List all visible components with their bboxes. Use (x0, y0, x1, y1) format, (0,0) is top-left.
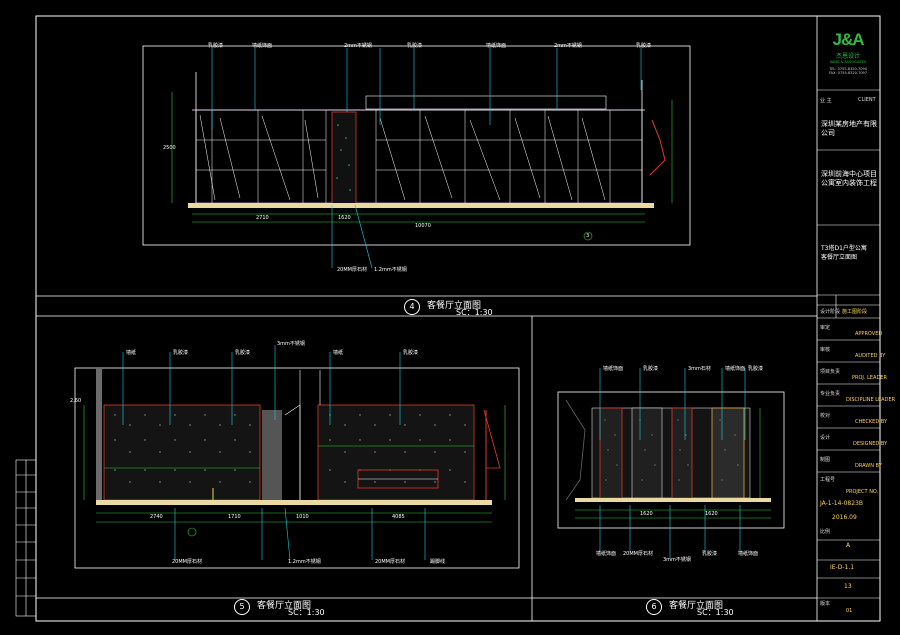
top-label-below-2: 1.2mm不锈钢 (374, 267, 407, 273)
top-dim-2: 1620 (338, 215, 351, 221)
view-number-6: 6 (646, 599, 662, 615)
client-value: CLIENT (858, 97, 876, 103)
tb-row-0-key: 设计阶段 (820, 309, 841, 315)
br-label-below-1: 墙纸饰面 (596, 551, 617, 557)
bottom-right-elevation (557, 368, 785, 558)
tb-row-1-key: 审定 (820, 325, 831, 331)
revision-label: 版本 (820, 601, 831, 607)
br-label-below-2: 20MM厚石材 (623, 551, 653, 557)
br-label-1: 墙纸饰面 (603, 366, 624, 372)
drawing-date: 2016.09 (832, 514, 857, 521)
tb-row-7-val: DRAWN BY (855, 463, 882, 469)
br-label-3: 3mm石材 (688, 366, 711, 372)
bl-label-2: 乳胶漆 (173, 350, 189, 356)
tb-row-5-key: 校对 (820, 413, 831, 419)
scale-value: A (846, 542, 851, 549)
project-number: JA-1-14-0823B (820, 500, 863, 507)
top-elevation-mark: 3 (586, 233, 590, 239)
bottom-left-elevation (74, 345, 520, 569)
top-label-3: 2mm不锈钢 (344, 43, 372, 49)
left-stamp-table (15, 459, 37, 617)
sheet-number: 13 (844, 583, 852, 590)
drawing-name: T3塔D1户型公寓 客餐厅立面图 (821, 245, 867, 261)
bl-label-below-3: 20MM厚石材 (375, 559, 405, 565)
client-name: 深圳某房地产有限公司 (821, 120, 877, 137)
bl-dim-1: 2740 (150, 514, 163, 520)
top-label-7: 乳胶漆 (636, 43, 652, 49)
top-label-2: 墙纸饰面 (252, 43, 273, 49)
tb-row-6-val: DESIGNED BY (853, 441, 888, 447)
tb-row-4-val: DISCIPLINE LEADER (846, 397, 896, 403)
client-label: 业 主 (820, 98, 832, 104)
view-scale-5: SC：1:30 (288, 608, 325, 617)
br-label-below-4: 乳胶漆 (702, 551, 718, 557)
tb-row-2-val: AUDITED BY (855, 353, 886, 359)
drawing-canvas (15, 15, 881, 622)
top-elevation (142, 45, 691, 269)
bl-label-below-4: 踢脚线 (430, 559, 446, 565)
br-label-4: 墙纸饰面 (725, 366, 746, 372)
top-dim-1: 2710 (256, 215, 269, 221)
scale-label: 比例 (820, 529, 831, 535)
view-number-4: 4 (404, 299, 420, 315)
br-dim-2: 1620 (705, 511, 718, 517)
bl-dim-left: 2,60 (70, 398, 82, 404)
view-scale-4: SC：1:30 (456, 308, 493, 317)
top-label-5: 墙纸饰面 (486, 43, 507, 49)
inner-frame (35, 15, 818, 622)
title-block-lines (817, 89, 880, 599)
tb-row-6-key: 设计 (820, 435, 831, 441)
company-name-en: JIANG & ASSOCIATES (829, 60, 867, 64)
outer-frame (35, 15, 881, 622)
project-name: 深圳前海中心项目 公寓室内装饰工程 (821, 170, 877, 187)
br-label-below-5: 墙纸饰面 (738, 551, 759, 557)
bl-label-6: 乳胶漆 (403, 350, 419, 356)
drawing-number: IE-D-1.1 (830, 564, 855, 571)
tb-row-8-key: 工程号 (820, 477, 836, 483)
tb-row-5-val: CHECKED BY (855, 419, 887, 425)
tb-row-4-key: 专业负责 (820, 391, 841, 397)
bl-dim-2: 1710 (228, 514, 241, 520)
contact-fax: FAX: 0755-8320-7097 (828, 71, 868, 75)
view-scale-6: SC：1:30 (697, 608, 734, 617)
tb-row-0-val: 施工图阶段 (842, 309, 868, 315)
company-logo: J&A 杰恩设计 JIANG & ASSOCIATES TEL: 0755-83… (822, 30, 874, 85)
bl-dim-3: 1010 (296, 514, 309, 520)
tb-row-7-key: 制图 (820, 457, 831, 463)
top-label-1: 乳胶漆 (208, 43, 224, 49)
br-dim-1: 1620 (640, 511, 653, 517)
tb-row-1-val: APPROVED (855, 331, 883, 337)
bl-label-below-1: 20MM厚石材 (172, 559, 202, 565)
br-label-2: 乳胶漆 (643, 366, 659, 372)
top-dim-3: 10070 (415, 223, 431, 229)
bl-label-5: 墙纸 (333, 350, 344, 356)
bl-label-below-2: 1.2mm不锈钢 (288, 559, 321, 565)
top-label-6: 2mm不锈钢 (554, 43, 582, 49)
company-name-cn: 杰恩设计 (835, 53, 860, 60)
top-label-4: 乳胶漆 (407, 43, 423, 49)
bl-label-1: 墙纸 (126, 350, 137, 356)
tb-row-3-key: 项目负责 (820, 369, 841, 375)
br-label-below-3: 3mm不锈钢 (663, 557, 691, 563)
tb-row-3-val: PROJ. LEADER (852, 375, 887, 381)
tb-row-8-val: PROJECT NO. (846, 489, 879, 495)
bl-dim-4: 4085 (392, 514, 405, 520)
tb-row-2-key: 审核 (820, 347, 831, 353)
logo-mark: J&A (832, 30, 864, 49)
view-number-5: 5 (234, 599, 250, 615)
revision-value: 01 (846, 608, 853, 614)
bl-label-4: 3mm不锈钢 (277, 341, 305, 347)
top-label-below-1: 20MM厚石材 (337, 267, 367, 273)
top-dim-left: 2500 (163, 145, 176, 151)
br-label-5: 乳胶漆 (748, 366, 764, 372)
bl-label-3: 乳胶漆 (235, 350, 251, 356)
